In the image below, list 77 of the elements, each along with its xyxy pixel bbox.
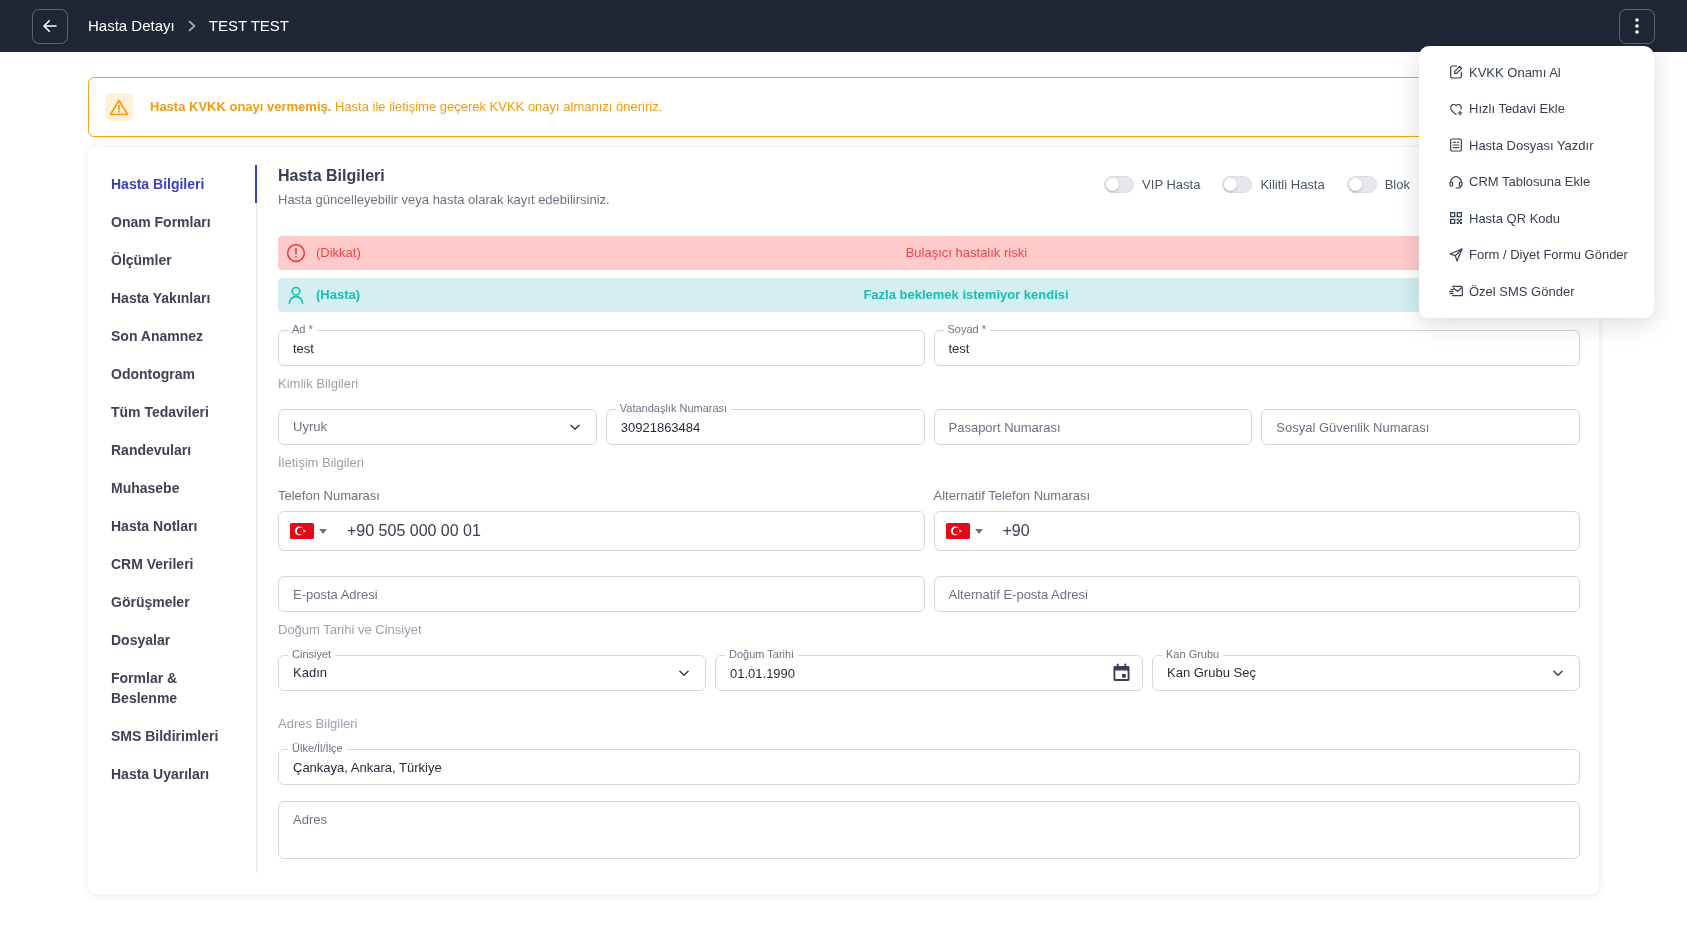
panel-title: Hasta Bilgileri: [278, 166, 385, 186]
toggle-switch[interactable]: [1104, 176, 1135, 194]
field-label: Soyad *: [943, 323, 991, 336]
menu-item[interactable]: Hızlı Tedavi Ekle: [1419, 90, 1654, 127]
field-caption: Telefon Numarası: [278, 488, 380, 504]
menu-item[interactable]: KVKK Onamı Al: [1419, 54, 1654, 91]
panel-subtitle: Hasta güncelleyebilir veya hasta olarak kayıt edebilirsiniz.: [278, 191, 610, 209]
field-label: Doğum Tarihi: [725, 648, 798, 661]
menu-item[interactable]: CRM Tablosuna Ekle: [1419, 163, 1654, 200]
sidebar-item[interactable]: Odontogram: [88, 355, 257, 393]
alert-tag: (Dikkat): [316, 243, 361, 263]
sidebar-item[interactable]: Dosyalar: [88, 621, 257, 659]
sidebar-item[interactable]: SMS Bildirimleri: [88, 717, 257, 755]
sidebar-item[interactable]: Muhasebe: [88, 469, 257, 507]
field-label: Ad *: [288, 323, 317, 336]
flag-icon: [945, 523, 970, 539]
input-field[interactable]: Sosyal Güvenlik Numarası: [1261, 409, 1580, 445]
sidebar-item[interactable]: Hasta Yakınları: [88, 279, 257, 317]
field-label: Cinsiyet: [288, 648, 336, 661]
alert-icon: [286, 243, 306, 263]
section-heading: Adres Bilgileri: [278, 715, 358, 733]
caret-icon: [319, 529, 327, 534]
alert-tag: (Hasta): [316, 285, 361, 305]
input-field[interactable]: Pasaport Numarası: [933, 409, 1253, 445]
chevron-right-icon: [186, 20, 197, 32]
sidebar-item[interactable]: Görüşmeler: [88, 583, 257, 621]
toggle-switch[interactable]: [1346, 176, 1377, 194]
sidebar-item[interactable]: Son Anamnez: [88, 317, 257, 355]
alert-message: Fazla beklemek istemiyor kendisi: [863, 286, 1069, 305]
section-heading: Doğum Tarihi ve Cinsiyet: [278, 621, 422, 639]
section-heading: Kimlik Bilgileri: [278, 375, 359, 393]
dropdown-field[interactable]: Uyruk: [278, 409, 597, 445]
section-heading: İletişim Bilgileri: [278, 454, 364, 472]
sidebar-item[interactable]: Hasta Notları: [88, 507, 257, 545]
person-icon: [286, 285, 306, 305]
arrow-left-icon: [41, 17, 59, 35]
breadcrumb-current: TEST TEST: [208, 15, 289, 36]
menu-item[interactable]: Form / Diyet Formu Gönder: [1419, 236, 1654, 273]
menu-item[interactable]: Özel SMS Gönder: [1419, 273, 1654, 310]
text-area[interactable]: Adres: [278, 801, 1580, 859]
input-field[interactable]: Alternatif E-posta Adresi: [933, 576, 1580, 612]
warning-message: Hasta KVKK onayı vermemiş. Hasta ile iletişime geçerek KVKK onayı almanızı öneririz.: [150, 98, 663, 117]
toggle-label: Kilitli Hasta: [1260, 176, 1325, 194]
phone-field[interactable]: +90: [933, 511, 1580, 551]
caret-icon: [974, 529, 983, 534]
breadcrumb-link[interactable]: Hasta Detayı: [88, 14, 175, 38]
calendar-icon: [1113, 663, 1130, 682]
sidebar-item[interactable]: Ölçümler: [88, 241, 257, 279]
sidebar-item[interactable]: Formlar & Beslenme: [88, 659, 257, 717]
edit-icon: [1448, 64, 1464, 81]
more-vertical-icon: [1635, 18, 1639, 34]
flag-icon: [290, 523, 314, 539]
sidebar-item[interactable]: Tüm Tedavileri: [88, 393, 257, 431]
phone-field[interactable]: +90 505 000 00 01: [278, 511, 925, 551]
document-icon: [1448, 137, 1464, 154]
sidebar-item[interactable]: CRM Verileri: [88, 545, 257, 583]
toggle-label: VIP Hasta: [1142, 176, 1201, 194]
sidebar-item[interactable]: Randevuları: [88, 431, 257, 469]
menu-item[interactable]: Hasta QR Kodu: [1419, 200, 1654, 237]
input-field[interactable]: E-posta Adresi: [278, 576, 925, 612]
field-label: Ülke/İl/İlçe: [288, 742, 347, 755]
field-caption: Alternatif Telefon Numarası: [933, 488, 1091, 504]
back-button[interactable]: [32, 8, 68, 44]
qr-code-icon: [1448, 210, 1464, 227]
sidebar-item[interactable]: Onam Formları: [88, 203, 257, 241]
sidebar-item[interactable]: Hasta Uyarıları: [88, 755, 257, 793]
alert-message: Bulaşıcı hastalık riski: [905, 244, 1028, 263]
field-label: Vatandaşlık Numarası: [615, 402, 732, 415]
menu-item[interactable]: Hasta Dosyası Yazdır: [1419, 127, 1654, 164]
toggle-switch[interactable]: [1222, 176, 1253, 194]
toggle-label: Blok: [1384, 176, 1410, 194]
send-icon: [1448, 246, 1464, 263]
headset-icon: [1448, 173, 1464, 190]
warning-icon: [105, 93, 133, 121]
sidebar-item[interactable]: Hasta Bilgileri: [88, 165, 257, 203]
more-button[interactable]: [1619, 8, 1655, 44]
field-label: Kan Grubu: [1162, 648, 1224, 661]
